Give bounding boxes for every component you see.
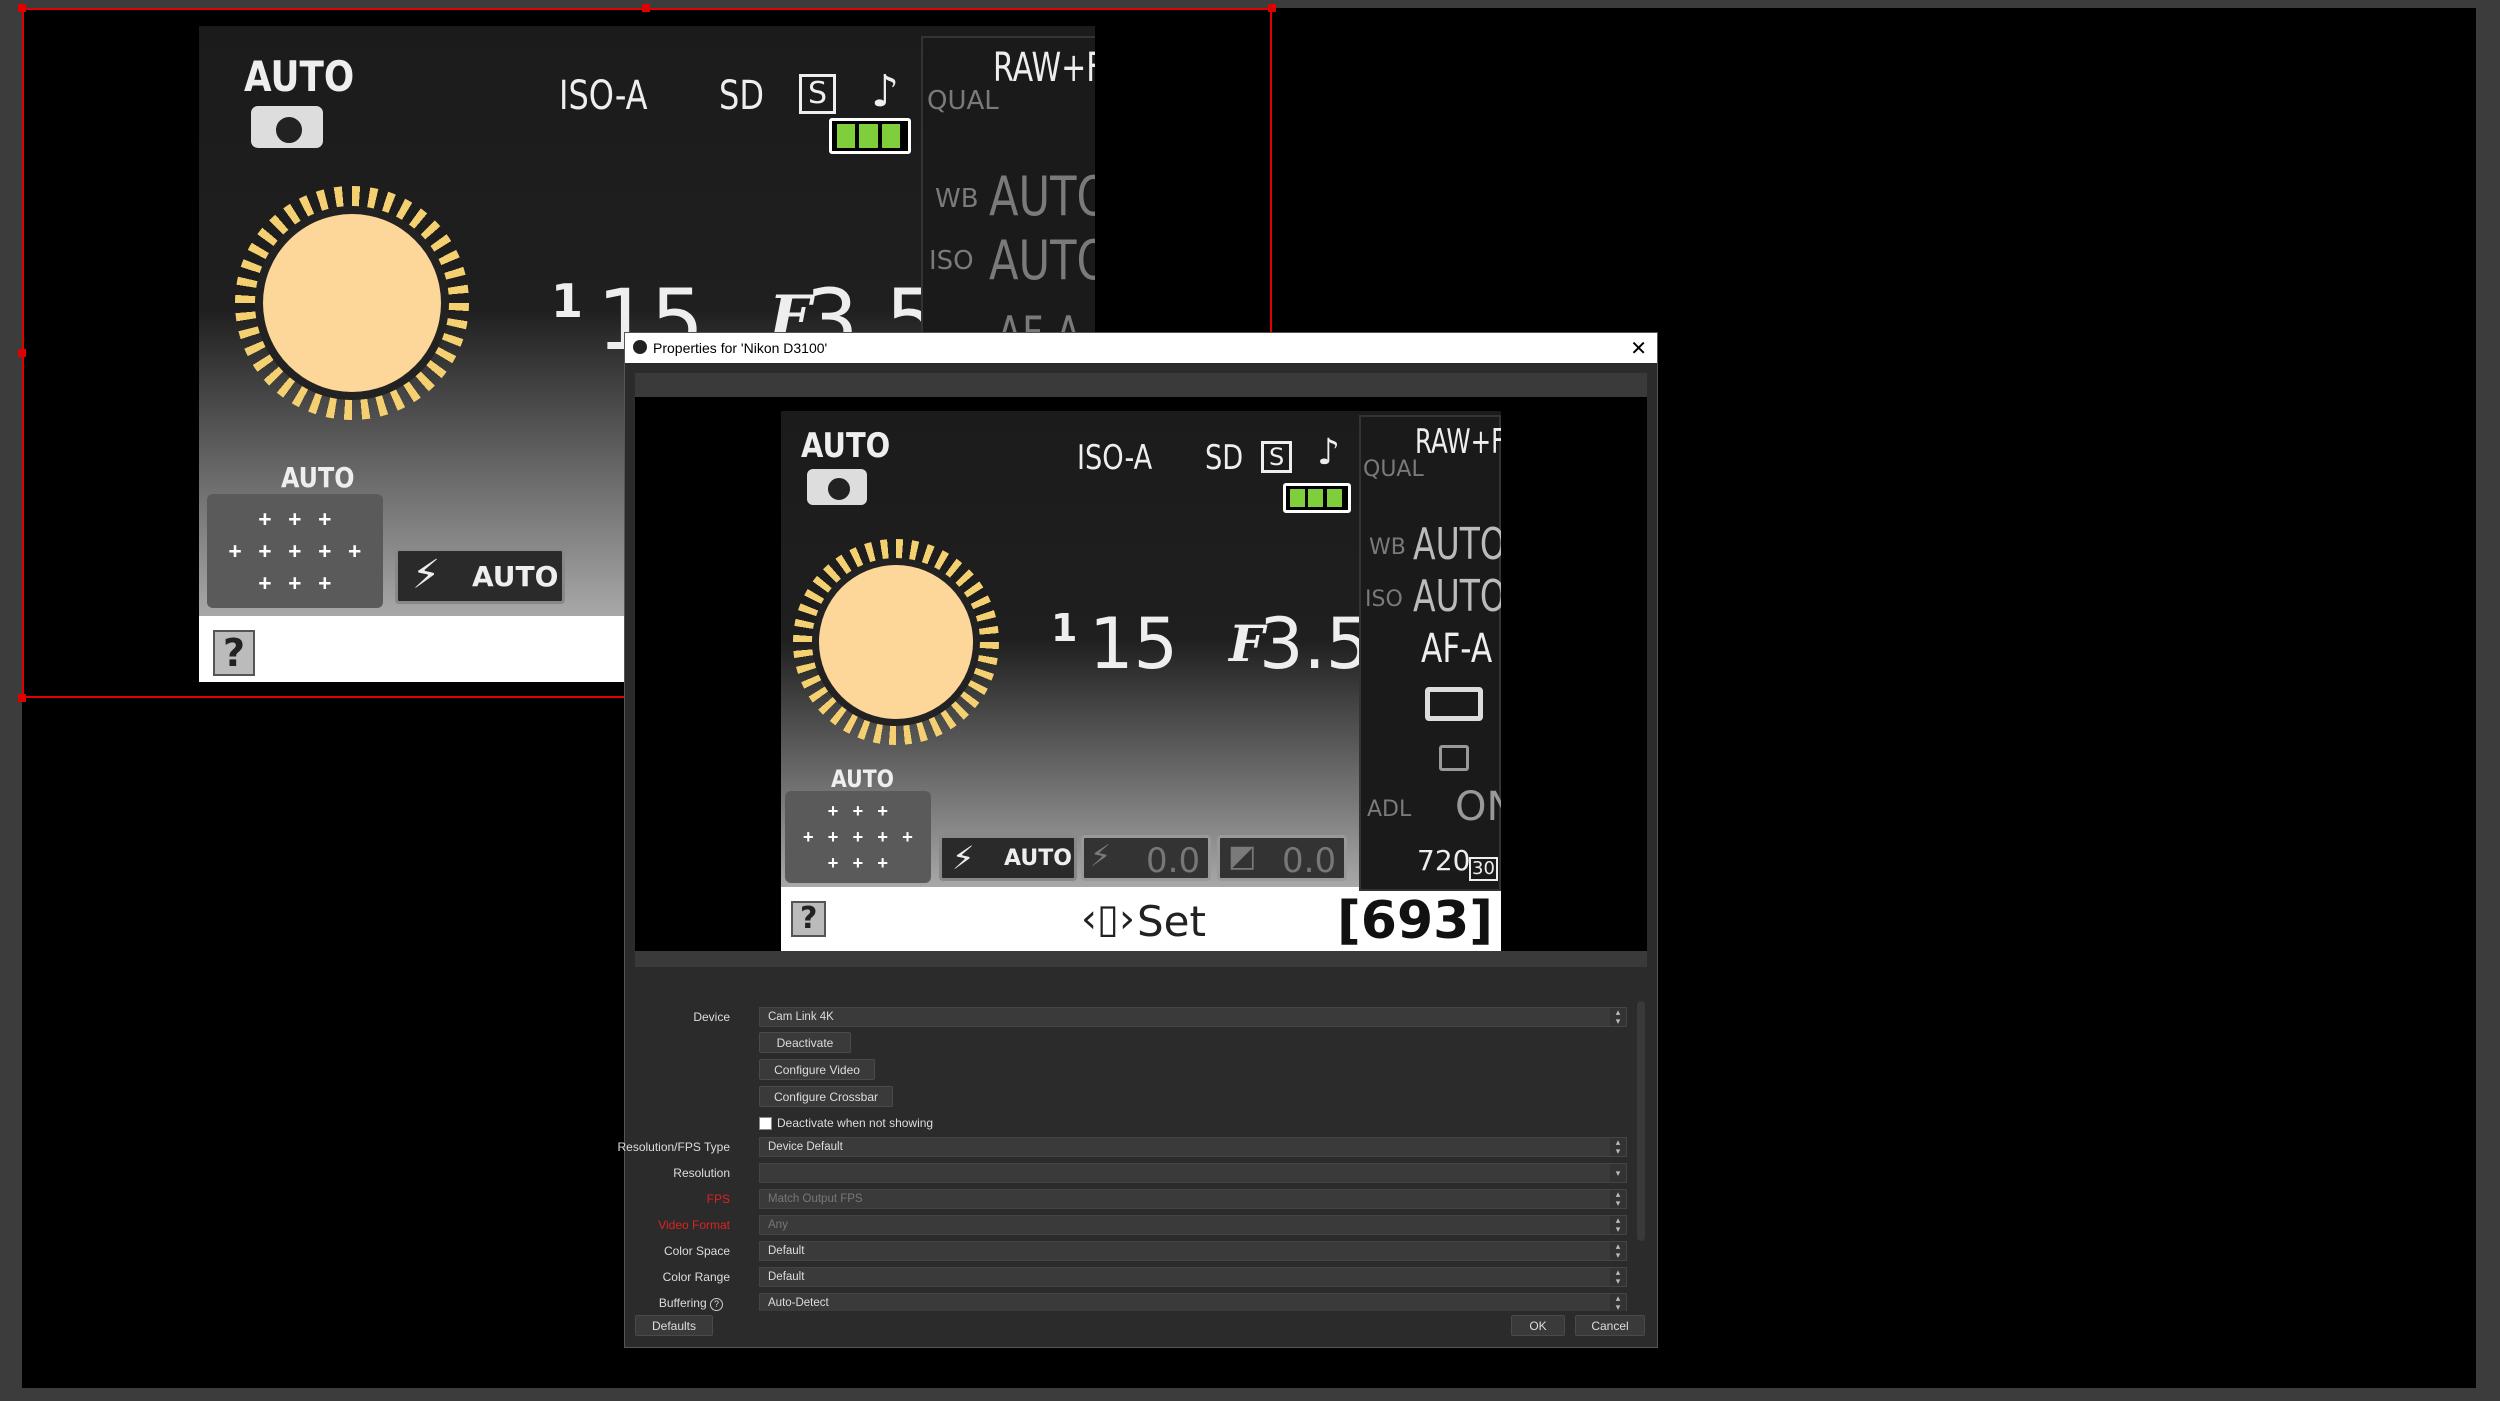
exposure-comp-value: 0.0 [1282,841,1337,881]
color-space-label: Color Space [663,1244,730,1258]
flash-comp-icon: ⚡ [1090,839,1112,874]
buffering-label: Buffering ? [659,1296,723,1311]
selection-handle[interactable] [1268,4,1276,12]
af-point-icon: + [902,825,913,847]
set-label: Set [1137,897,1206,946]
cancel-button[interactable]: Cancel [1575,1315,1645,1336]
af-mode: AF-A [1421,626,1493,672]
af-point-icon: + [852,825,864,847]
preview-canvas: AUTO ISO-A SD S ♪ 1 15 F 3.5 QUAL RAW+F … [18,4,2476,1388]
resolution-fps-label: Resolution/FPS Type [617,1140,730,1154]
aperture-value: 3.5 [1259,603,1371,685]
iso-value: AUTO [1413,571,1501,622]
exposure-comp-icon: ◩ [1228,839,1257,874]
deactivate-checkbox[interactable] [759,1117,772,1130]
deactivate-checkbox-label: Deactivate when not showing [777,1116,934,1130]
af-point-icon: + [877,800,889,822]
af-point-icon: + [877,825,889,847]
help-button[interactable]: ? [791,901,827,937]
adl-value: ON [1455,784,1501,830]
info-panel: QUAL RAW+F WB AUTO ISO AUTO AF-A ADL ON … [1359,415,1501,891]
release-mode: S [1261,441,1293,473]
picture-control: SD [1205,438,1244,478]
camera-source-preview: AUTO ISO-A SD S ♪ 1 15 F 3.5 QUAL RAW+F [781,411,1501,951]
movie-fps: 30 [1469,857,1498,881]
qual-label: QUAL [1363,457,1424,482]
color-space-select[interactable]: Default ▴ ▾ [759,1241,1627,1261]
ok-button[interactable]: OK [1511,1315,1565,1336]
configure-video-button[interactable]: Configure Video [759,1059,875,1080]
close-icon[interactable]: ✕ [1630,336,1647,361]
video-format-select[interactable]: Any ▴ ▾ [759,1215,1627,1235]
mode-label: AUTO [801,426,891,466]
buffering-select[interactable]: Auto-Detect ▴ ▾ [759,1293,1627,1311]
af-point-icon: + [852,851,864,873]
af-point-icon: + [802,825,814,847]
shots-remaining: [693] [1337,891,1494,951]
selection-handle[interactable] [18,349,26,357]
af-point-icon: + [852,800,864,822]
af-point-icon: + [877,851,889,873]
resolution-fps-select[interactable]: Device Default ▴ ▾ [759,1137,1627,1157]
defaults-button[interactable]: Defaults [635,1315,713,1336]
dialog-titlebar[interactable]: Properties for 'Nikon D3100' ✕ [625,333,1657,363]
af-point-icon: + [827,825,839,847]
iso-label: ISO [1365,587,1403,612]
device-select[interactable]: Cam Link 4K ▴ ▾ [759,1007,1627,1027]
qual-value: RAW+F [1415,422,1501,462]
af-area-bracket-icon [1425,687,1483,721]
metering-icon [1439,745,1469,771]
shutter-numerator: 1 [1051,606,1078,650]
color-range-select[interactable]: Default ▴ ▾ [759,1267,1627,1287]
af-point-icon: + [827,800,839,822]
wb-value: AUTO [1413,519,1501,570]
video-format-label: Video Format [658,1218,730,1232]
deactivate-button[interactable]: Deactivate [759,1032,851,1053]
flash-value: AUTO [1004,846,1072,871]
selection-handle[interactable] [18,4,26,12]
resolution-select[interactable]: ▾ [759,1163,1627,1183]
shutter-denominator: 15 [1089,603,1179,685]
fps-select[interactable]: Match Output FPS ▴ ▾ [759,1189,1627,1209]
device-label: Device [693,1010,730,1024]
preview-area: AUTO ISO-A SD S ♪ 1 15 F 3.5 QUAL RAW+F [635,373,1647,967]
set-icon: ‹▯› [1081,896,1136,942]
battery-icon [1283,483,1351,513]
selection-handle[interactable] [642,4,650,12]
help-circle-icon: ? [710,1298,723,1311]
exposure-compensation: ◩ 0.0 [1217,835,1347,881]
configure-crossbar-button[interactable]: Configure Crossbar [759,1086,893,1107]
movie-resolution: 720 [1417,844,1471,877]
obs-logo-icon [633,340,647,354]
properties-form: Device Cam Link 4K ▴ ▾ Deactivate Configure… [617,1001,1647,1311]
properties-dialog: Properties for 'Nikon D3100' ✕ AUTO ISO-… [617,332,1658,1348]
selection-handle[interactable] [18,694,26,702]
form-scrollbar[interactable] [1637,1001,1645,1241]
resolution-label: Resolution [673,1166,730,1180]
camera-icon [807,469,867,505]
af-area-label: AUTO [831,765,894,793]
flash-comp-value: 0.0 [1146,841,1201,881]
chevron-down-icon: ▾ [1610,1164,1626,1182]
wb-label: WB [1369,535,1406,560]
fps-label: FPS [706,1192,730,1206]
color-range-label: Color Range [662,1270,730,1284]
af-area-box: + + + + + + + + + + + [785,791,931,883]
flash-icon: ⚡ [952,839,975,877]
iso-setting: ISO-A [1077,438,1153,478]
mode-dial [819,565,973,719]
spinner-icon: ▴ ▾ [1610,1008,1626,1026]
flash-mode: ⚡ AUTO [939,835,1077,881]
af-point-icon: + [827,851,839,873]
adl-label: ADL [1367,797,1412,822]
dialog-title: Properties for 'Nikon D3100' [653,340,828,356]
music-note-icon: ♪ [1317,432,1340,473]
flash-compensation: ⚡ 0.0 [1081,835,1211,881]
